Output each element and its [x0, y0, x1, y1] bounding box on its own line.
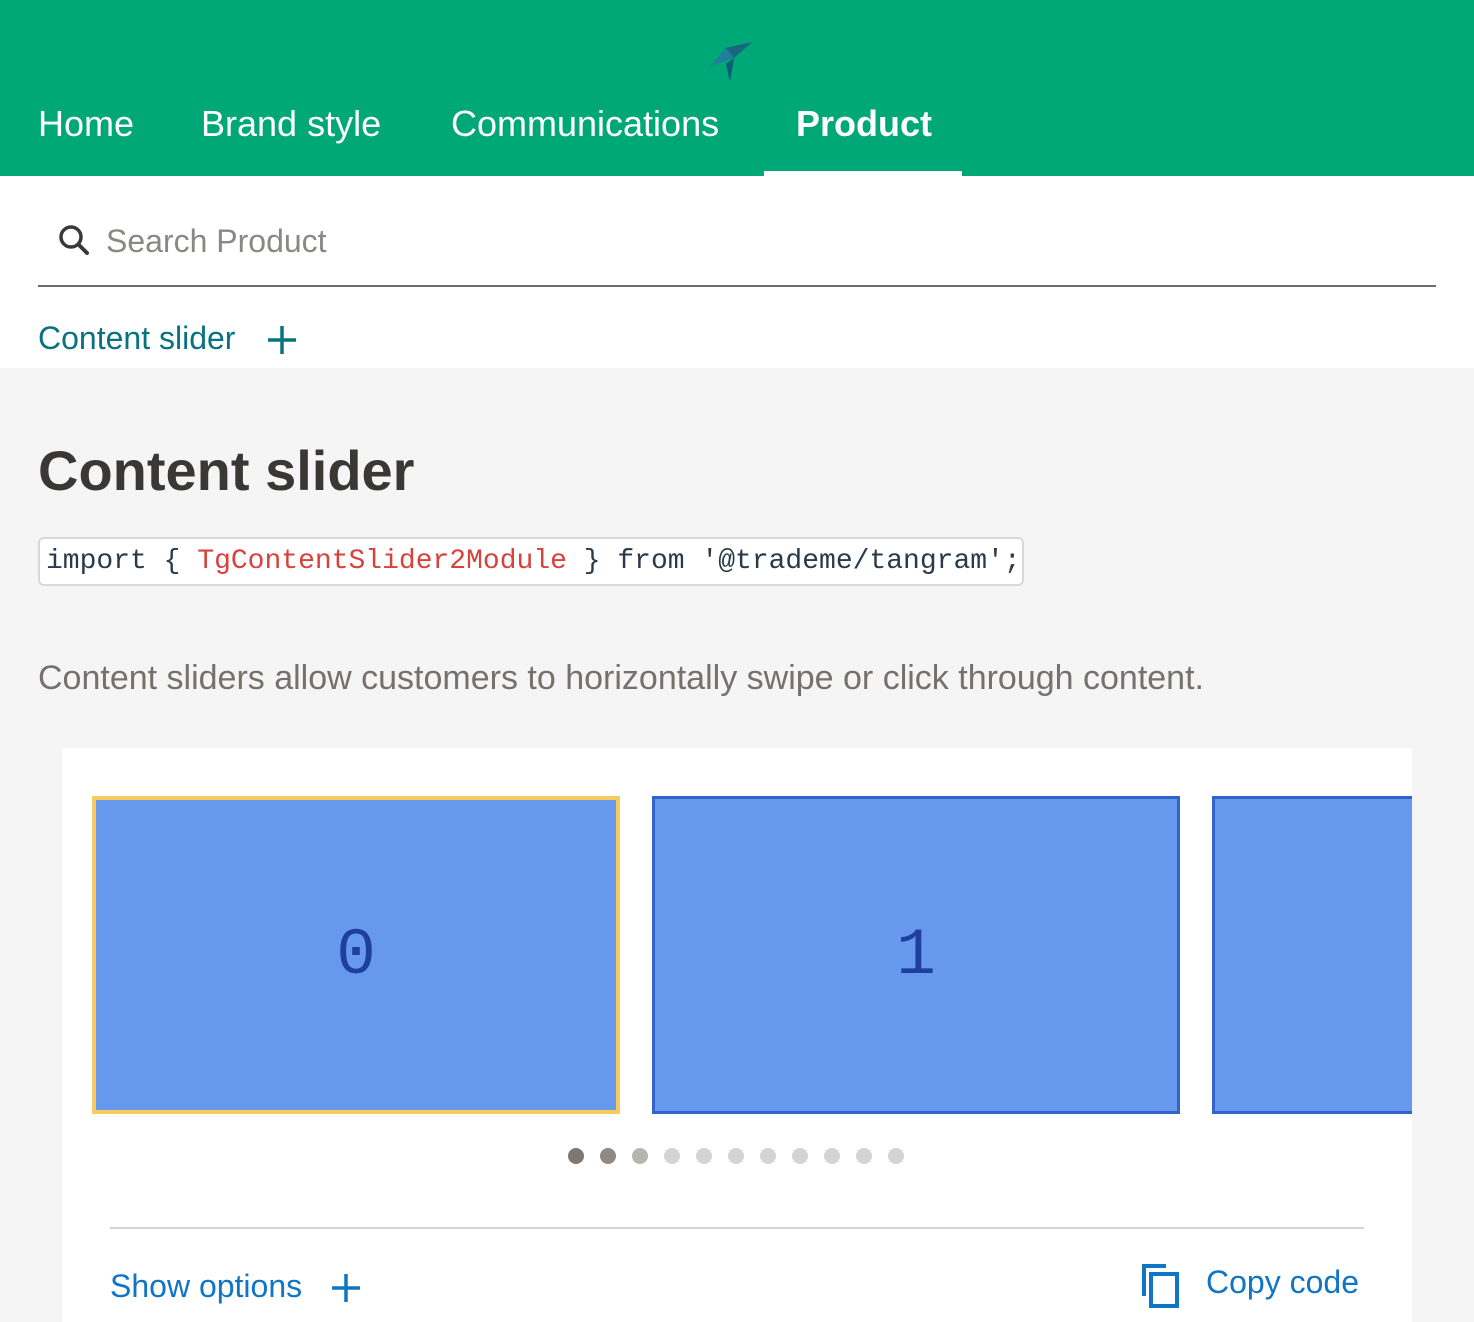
copy-icon[interactable] [1140, 1262, 1180, 1308]
pagination-dot[interactable] [856, 1148, 872, 1164]
page-description: Content sliders allow customers to horiz… [38, 659, 1204, 697]
page-title: Content slider [38, 439, 415, 502]
code-package-source: '@trademe/tangram' [701, 546, 1004, 577]
show-options-button[interactable]: Show options [110, 1264, 302, 1308]
pagination-dot[interactable] [568, 1148, 584, 1164]
expand-plus-icon[interactable] [266, 324, 298, 356]
slide-2[interactable] [1212, 796, 1412, 1114]
code-semicolon: ; [1003, 546, 1021, 577]
pagination-dot[interactable] [664, 1148, 680, 1164]
pagination-dot[interactable] [696, 1148, 712, 1164]
code-open-brace: { [163, 546, 181, 577]
search-input[interactable] [104, 212, 1428, 270]
copy-code-button[interactable]: Copy code [1206, 1260, 1359, 1304]
pagination-dot[interactable] [728, 1148, 744, 1164]
search-underline [38, 285, 1436, 287]
breadcrumb-content-slider[interactable]: Content slider [38, 316, 235, 360]
pagination-dot[interactable] [824, 1148, 840, 1164]
search-icon [59, 225, 89, 255]
code-from-keyword: from [617, 546, 685, 577]
code-close-brace: } [583, 546, 601, 577]
nav-item-home[interactable]: Home [38, 98, 134, 150]
nav-item-communications[interactable]: Communications [451, 98, 719, 150]
pagination-dot[interactable] [792, 1148, 808, 1164]
card-divider [110, 1227, 1364, 1229]
pagination-dot[interactable] [632, 1148, 648, 1164]
pagination-dot[interactable] [600, 1148, 616, 1164]
code-import-keyword: import [46, 546, 147, 577]
code-module-name: TgContentSlider2Module [197, 546, 567, 577]
nav-item-product[interactable]: Product [796, 98, 932, 150]
trademe-logo-icon[interactable] [706, 40, 754, 84]
slide-0[interactable]: 0 [92, 796, 620, 1114]
pagination-dot[interactable] [760, 1148, 776, 1164]
content-slider[interactable]: 0 1 [92, 794, 1412, 1116]
top-nav-bar: Home Brand style Communications Product [0, 0, 1474, 176]
show-options-plus-icon[interactable] [330, 1272, 362, 1304]
pagination-dot[interactable] [888, 1148, 904, 1164]
nav-item-brand-style[interactable]: Brand style [201, 98, 381, 150]
slide-1[interactable]: 1 [652, 796, 1180, 1114]
demo-card: 0 1 Show options Copy code [62, 748, 1412, 1322]
import-code-snippet: import { TgContentSlider2Module } from '… [38, 537, 1024, 586]
